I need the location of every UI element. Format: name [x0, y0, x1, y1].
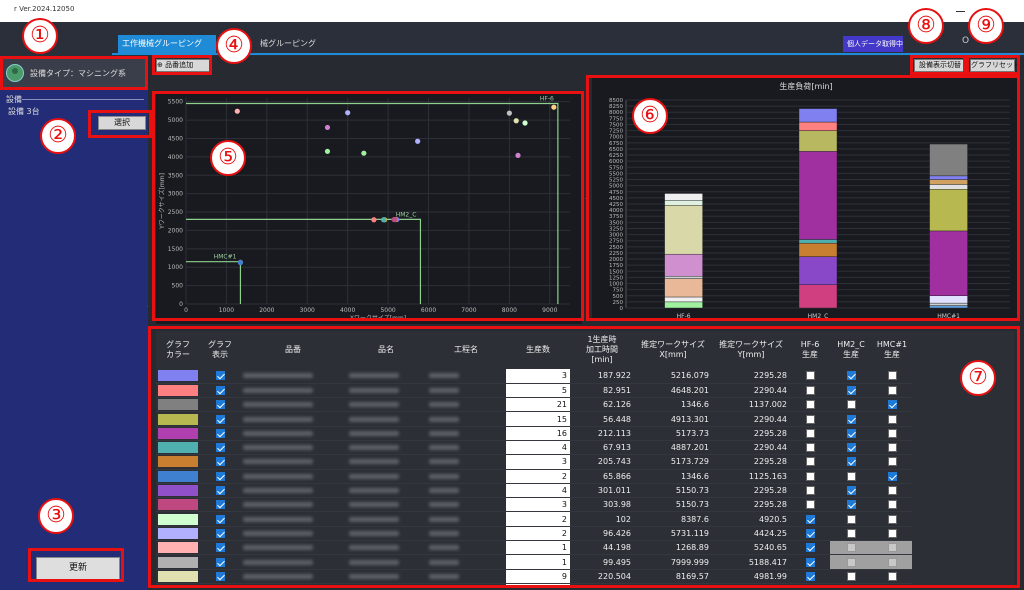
annotation-frame	[88, 110, 152, 138]
annotation-frame	[28, 548, 124, 582]
title-bar: r Ver.2024.12050	[0, 0, 1024, 22]
annotation-1: ①	[22, 18, 58, 54]
equipment-count: 設備 3台	[8, 107, 40, 116]
app-version: r Ver.2024.12050	[14, 5, 75, 13]
annotation-frame	[910, 55, 966, 75]
tab-partial[interactable]: O	[962, 36, 969, 46]
annotation-6: ⑥	[632, 98, 668, 134]
divider	[22, 99, 144, 100]
annotation-frame	[0, 56, 148, 90]
minimize-icon[interactable]	[956, 11, 965, 12]
annotation-frame	[966, 55, 1020, 75]
personal-data-tab[interactable]: 個人データ取得中	[843, 36, 903, 52]
annotation-4: ④	[216, 28, 252, 64]
tab-label: 械グルーピング	[260, 39, 316, 48]
annotation-frame	[148, 326, 1020, 588]
annotation-8: ⑧	[908, 8, 944, 44]
annotation-frame	[152, 91, 584, 321]
annotation-2: ②	[40, 118, 76, 154]
annotation-7: ⑦	[960, 360, 996, 396]
annotation-9: ⑨	[968, 8, 1004, 44]
annotation-frame	[152, 55, 212, 75]
annotation-5: ⑤	[210, 140, 246, 176]
tab-bar: 工作機械グルーピング 械グルーピング 個人データ取得中 O	[0, 22, 1024, 56]
tab-machine-grouping[interactable]: 工作機械グルーピング	[118, 35, 216, 53]
tab-label: 工作機械グルーピング	[122, 39, 202, 48]
tab-machine-grouping-2[interactable]: 械グルーピング	[256, 35, 320, 53]
equipment-label: 設備	[6, 95, 22, 104]
annotation-3: ③	[38, 498, 74, 534]
